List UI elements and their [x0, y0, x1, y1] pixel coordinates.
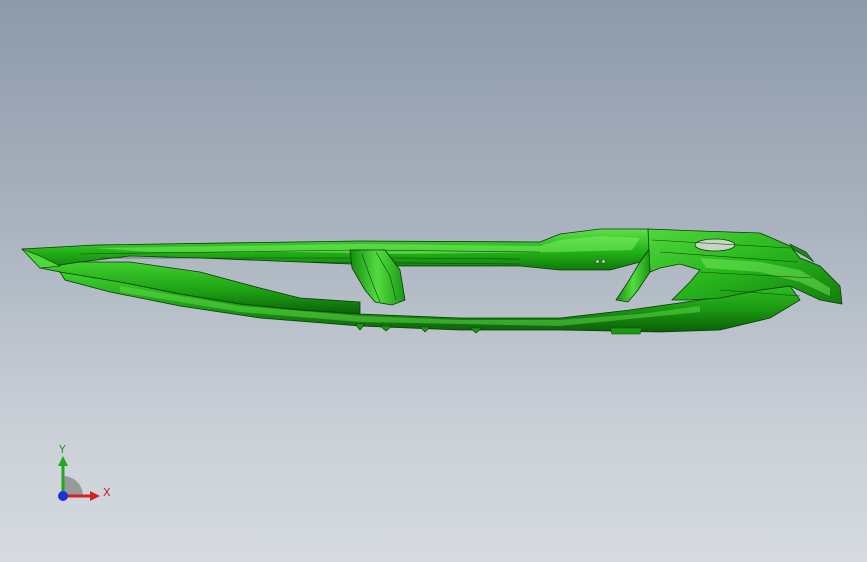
triad-x-arrowhead — [90, 491, 100, 501]
triad-x-label: X — [103, 486, 111, 499]
tail-lamp-opening — [694, 238, 736, 252]
triad-y-label: Y — [59, 443, 66, 456]
slot-hole — [601, 259, 606, 264]
coordinate-triad: X Y — [48, 440, 118, 510]
slot-hole — [595, 259, 600, 264]
triad-y-arrowhead — [58, 456, 68, 466]
car-body-side-frame-model[interactable] — [0, 0, 867, 562]
graphics-viewport[interactable]: X Y — [0, 0, 867, 562]
triad-z-axis — [58, 491, 68, 501]
